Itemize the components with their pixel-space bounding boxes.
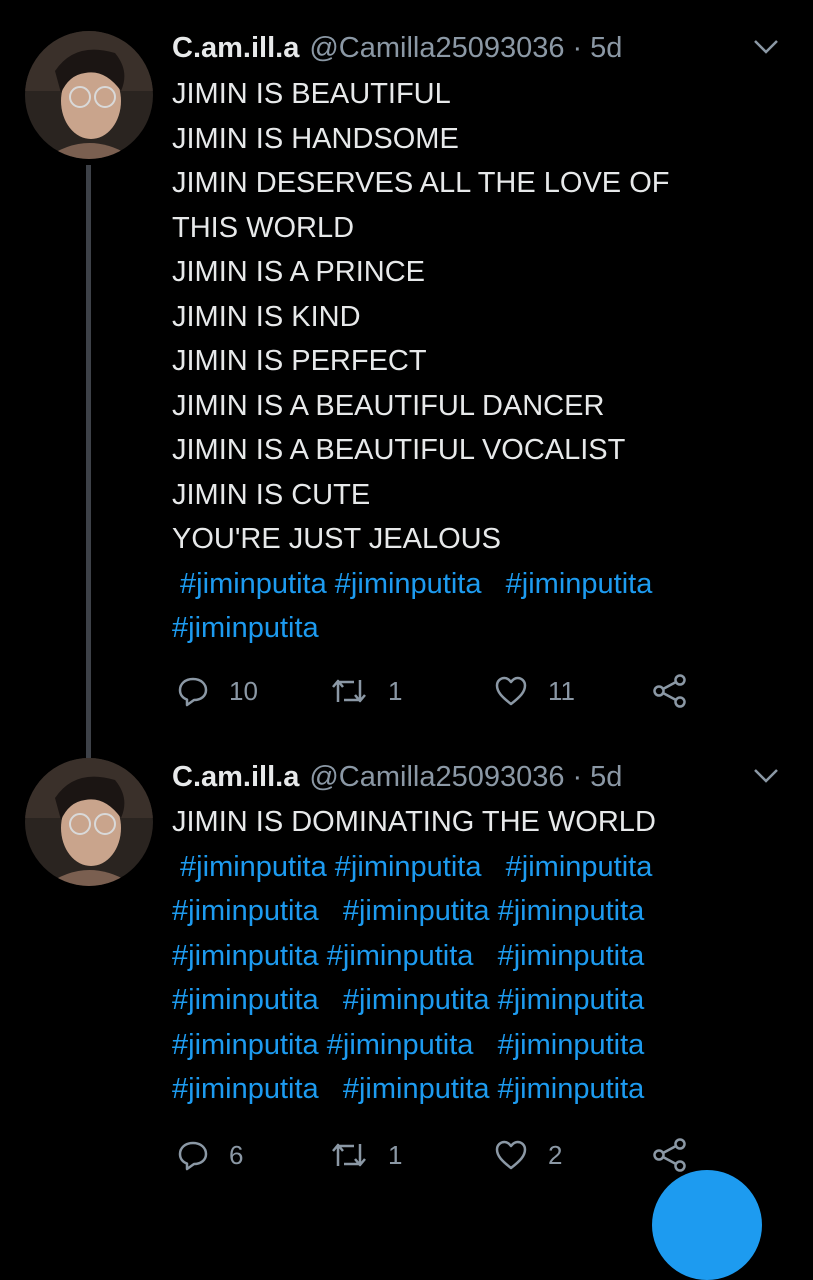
timestamp[interactable]: 5d <box>590 32 622 65</box>
share-button[interactable] <box>652 671 688 711</box>
timestamp[interactable]: 5d <box>590 761 622 794</box>
tweet-text: JIMIN IS BEAUTIFUL JIMIN IS HANDSOME JIM… <box>172 72 782 651</box>
separator-dot: · <box>572 760 583 793</box>
hashtag-line[interactable]: #jiminputita #jiminputita #jiminputita <box>172 562 782 607</box>
hashtag-line[interactable]: #jiminputita #jiminputita #jiminputita <box>172 934 782 979</box>
compose-fab[interactable] <box>652 1170 762 1280</box>
text-line: JIMIN IS DOMINATING THE WORLD <box>172 806 656 838</box>
separator-dot: · <box>572 31 583 64</box>
tweet-header: C.am.ill.a @Camilla25093036 · 5d <box>172 757 622 797</box>
text-line: JIMIN IS A PRINCE <box>172 256 425 288</box>
tweet[interactable]: C.am.ill.a @Camilla25093036 · 5d JIMIN I… <box>0 745 813 1200</box>
retweet-count: 1 <box>388 1139 403 1170</box>
hashtag-line[interactable]: #jiminputita #jiminputita #jiminputita <box>172 978 782 1023</box>
author-handle[interactable]: @Camilla25093036 <box>309 761 564 794</box>
hashtag-line[interactable]: #jiminputita <box>172 606 782 651</box>
share-icon <box>652 1138 688 1172</box>
chevron-down-icon <box>752 38 780 61</box>
text-line: JIMIN IS HANDSOME <box>172 122 459 155</box>
tweet-actions: 6 1 2 <box>172 1135 732 1175</box>
heart-icon <box>494 675 528 707</box>
author-name[interactable]: C.am.ill.a <box>172 761 299 794</box>
like-button[interactable]: 11 <box>494 671 575 711</box>
tweet[interactable]: C.am.ill.a @Camilla25093036 · 5d JIMIN I… <box>0 0 813 740</box>
tweet-text: JIMIN IS DOMINATING THE WORLD #jiminputi… <box>172 800 782 1112</box>
text-line: JIMIN IS A BEAUTIFUL VOCALIST <box>172 434 626 466</box>
retweet-button[interactable]: 1 <box>330 1135 402 1175</box>
more-options-button[interactable] <box>749 761 783 795</box>
text-line: JIMIN IS PERFECT <box>172 345 427 377</box>
retweet-icon <box>330 1140 368 1170</box>
hashtag-line[interactable]: #jiminputita #jiminputita #jiminputita <box>172 1023 782 1068</box>
reply-button[interactable]: 10 <box>177 671 258 711</box>
retweet-count: 1 <box>388 675 403 706</box>
text-line: JIMIN IS BEAUTIFUL <box>172 78 451 110</box>
heart-icon <box>494 1139 528 1171</box>
like-count: 11 <box>548 675 575 706</box>
author-handle[interactable]: @Camilla25093036 <box>309 32 564 65</box>
avatar[interactable] <box>25 31 153 159</box>
reply-icon <box>177 1139 209 1171</box>
hashtag-line[interactable]: #jiminputita #jiminputita #jiminputita <box>172 1067 782 1112</box>
tweet-actions: 10 1 11 <box>172 671 732 711</box>
hashtag-line[interactable]: #jiminputita #jiminputita #jiminputita <box>172 889 782 934</box>
like-button[interactable]: 2 <box>494 1135 562 1175</box>
reply-icon <box>177 675 209 707</box>
text-line: JIMIN IS CUTE <box>172 478 371 511</box>
avatar[interactable] <box>25 758 153 886</box>
reply-count: 10 <box>229 675 258 706</box>
share-icon <box>652 674 688 708</box>
text-line: JIMIN DESERVES ALL THE LOVE OF <box>172 167 670 199</box>
reply-button[interactable]: 6 <box>177 1135 243 1175</box>
author-name[interactable]: C.am.ill.a <box>172 32 299 65</box>
like-count: 2 <box>548 1139 563 1170</box>
share-button[interactable] <box>652 1135 688 1175</box>
text-line: JIMIN IS KIND <box>172 300 361 333</box>
retweet-button[interactable]: 1 <box>330 671 402 711</box>
reply-count: 6 <box>229 1139 244 1170</box>
tweet-header: C.am.ill.a @Camilla25093036 · 5d <box>172 28 622 68</box>
hashtag-line[interactable]: #jiminputita #jiminputita #jiminputita <box>172 845 782 890</box>
text-line: THIS WORLD <box>172 211 355 244</box>
retweet-icon <box>330 676 368 706</box>
chevron-down-icon <box>752 767 780 790</box>
text-line: YOU'RE JUST JEALOUS <box>172 523 501 555</box>
more-options-button[interactable] <box>749 32 783 66</box>
text-line: JIMIN IS A BEAUTIFUL DANCER <box>172 389 605 422</box>
